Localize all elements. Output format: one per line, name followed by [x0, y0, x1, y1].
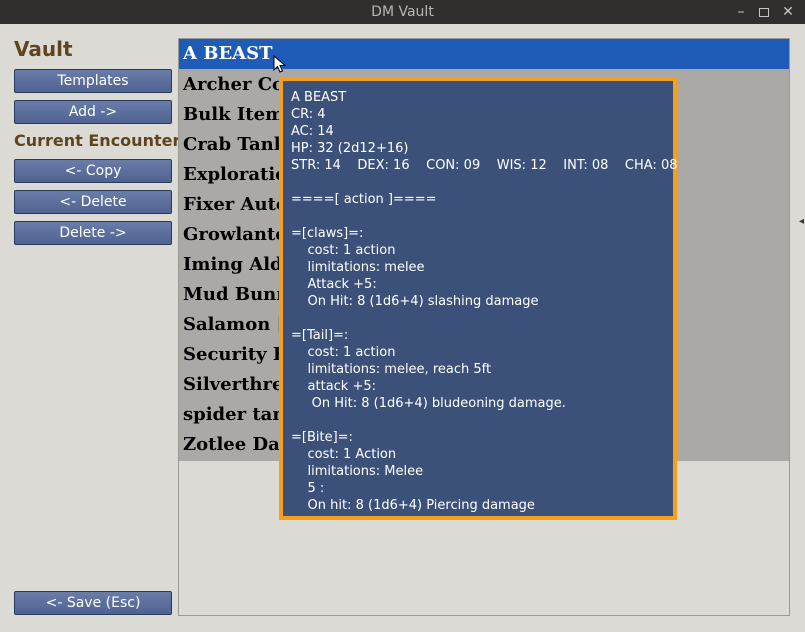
templates-button[interactable]: Templates — [14, 69, 172, 93]
close-icon[interactable]: ✕ — [777, 0, 799, 24]
tooltip-line: On Hit: 8 (1d6+4) slashing damage — [291, 294, 539, 309]
tooltip-line: AC: 14 — [291, 124, 334, 139]
tooltip-line — [291, 310, 673, 327]
add-button[interactable]: Add -> — [14, 100, 172, 124]
save-button[interactable]: <- Save (Esc) — [14, 591, 172, 615]
delete-left-button[interactable]: <- Delete — [14, 190, 172, 214]
delete-right-button[interactable]: Delete -> — [14, 221, 172, 245]
tooltip-line — [291, 174, 673, 191]
tooltip-line: cost: 1 Action — [291, 447, 397, 462]
tooltip-line: cost: 1 action — [291, 243, 396, 258]
tooltip-line: STR: 14 DEX: 16 CON: 09 WIS: 12 INT: 08 … — [291, 158, 678, 173]
tooltip-line — [291, 208, 673, 225]
minimize-icon[interactable]: – — [730, 0, 752, 24]
tooltip-line: ====[ action ]==== — [291, 192, 437, 207]
tooltip-line: 5 : — [291, 481, 325, 496]
tooltip-line: limitations: melee — [291, 260, 425, 275]
tooltip-line — [291, 412, 673, 429]
tooltip-line: limitations: Melee — [291, 464, 424, 479]
mouse-pointer-icon — [273, 55, 287, 73]
tooltip-line: A BEAST — [291, 90, 347, 105]
maximize-icon[interactable] — [753, 0, 775, 24]
vault-title: Vault — [14, 37, 73, 61]
tooltip-line: =[claws]=: — [291, 226, 364, 241]
tooltip-line: attack +5: — [291, 379, 377, 394]
tooltip-line: cost: 1 action — [291, 345, 396, 360]
resize-handle-icon[interactable]: ◂ — [799, 216, 805, 232]
tooltip-line: =[Tail]=: — [291, 328, 349, 343]
tooltip-line: On Hit: 8 (1d6+4) bludeoning damage. — [291, 396, 566, 411]
tooltip-line: On hit: 8 (1d6+4) Piercing damage — [291, 498, 535, 513]
monster-tooltip: A BEAST CR: 4 AC: 14 HP: 32 (2d12+16) ST… — [279, 77, 678, 520]
tooltip-line: =[Bite]=: — [291, 430, 353, 445]
title-bar: DM Vault – ✕ — [0, 0, 805, 24]
app-window: DM Vault – ✕ Vault Templates Add -> Curr… — [0, 0, 805, 632]
current-encounter-title: Current Encounter — [14, 131, 181, 150]
list-item[interactable]: A BEAST — [179, 39, 789, 69]
tooltip-line: CR: 4 — [291, 107, 326, 122]
tooltip-line: Attack +5: — [291, 277, 377, 292]
copy-button[interactable]: <- Copy — [14, 159, 172, 183]
tooltip-line: limitations: melee, reach 5ft — [291, 362, 492, 377]
tooltip-line: HP: 32 (2d12+16) — [291, 141, 409, 156]
window-title: DM Vault — [371, 4, 434, 20]
